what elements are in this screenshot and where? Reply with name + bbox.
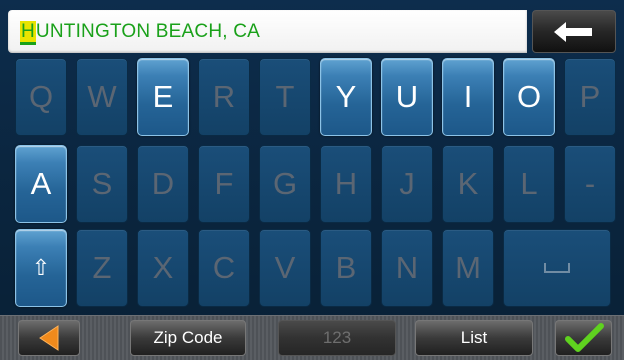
zip-code-button[interactable]: Zip Code [130, 320, 246, 356]
search-field[interactable]: HUNTINGTON BEACH, CA [8, 10, 527, 53]
key-o[interactable]: O [503, 58, 555, 136]
key-z[interactable]: Z [76, 229, 128, 307]
shift-key[interactable]: ⇧ [15, 229, 67, 307]
key-f[interactable]: F [198, 145, 250, 223]
space-icon [544, 263, 570, 273]
key-p[interactable]: P [564, 58, 616, 136]
key-e[interactable]: E [137, 58, 189, 136]
search-first-char: H [20, 20, 36, 45]
key-n[interactable]: N [381, 229, 433, 307]
key-d[interactable]: D [137, 145, 189, 223]
key-y[interactable]: Y [320, 58, 372, 136]
key-a[interactable]: A [15, 145, 67, 223]
key-u[interactable]: U [381, 58, 433, 136]
key-c[interactable]: C [198, 229, 250, 307]
backspace-button[interactable] [532, 10, 616, 53]
address-entry-screen: HUNTINGTON BEACH, CA Q W E R T Y U I O P… [0, 0, 624, 360]
key-w[interactable]: W [76, 58, 128, 136]
bottom-toolbar: Zip Code 123 List [0, 315, 624, 360]
checkmark-icon [564, 323, 604, 352]
key-j[interactable]: J [381, 145, 433, 223]
key-h[interactable]: H [320, 145, 372, 223]
key-b[interactable]: B [320, 229, 372, 307]
key-g[interactable]: G [259, 145, 311, 223]
space-key[interactable] [503, 229, 611, 307]
key-v[interactable]: V [259, 229, 311, 307]
key-k[interactable]: K [442, 145, 494, 223]
shift-icon: ⇧ [31, 255, 51, 280]
key-r[interactable]: R [198, 58, 250, 136]
confirm-button[interactable] [555, 320, 612, 356]
key-s[interactable]: S [76, 145, 128, 223]
back-button[interactable] [18, 320, 80, 356]
key-hyphen[interactable]: - [564, 145, 616, 223]
key-q[interactable]: Q [15, 58, 67, 136]
search-rest-text: UNTINGTON BEACH, CA [35, 20, 261, 42]
left-arrow-icon [554, 21, 592, 42]
key-t[interactable]: T [259, 58, 311, 136]
back-arrow-icon [39, 325, 59, 351]
numbers-button[interactable]: 123 [278, 320, 396, 356]
key-i[interactable]: I [442, 58, 494, 136]
list-button[interactable]: List [415, 320, 533, 356]
search-text: HUNTINGTON BEACH, CA [20, 20, 261, 45]
key-x[interactable]: X [137, 229, 189, 307]
key-l[interactable]: L [503, 145, 555, 223]
key-m[interactable]: M [442, 229, 494, 307]
